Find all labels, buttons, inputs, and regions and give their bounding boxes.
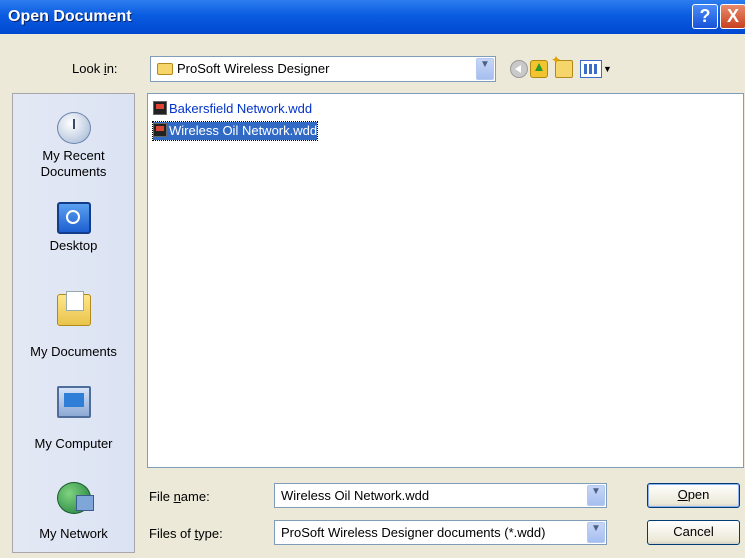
my-documents-icon	[56, 291, 91, 326]
wdd-file-icon	[153, 123, 167, 137]
list-item-selected[interactable]: Wireless Oil Network.wdd	[151, 121, 319, 141]
place-recent-documents[interactable]: My Recent Documents	[13, 112, 134, 180]
file-name-value: Wireless Oil Network.wdd	[281, 488, 430, 503]
back-icon[interactable]	[510, 60, 528, 78]
chevron-down-icon[interactable]: ▼	[476, 58, 494, 80]
window-title: Open Document	[8, 8, 132, 25]
files-of-type-label: Files of type:	[149, 526, 223, 541]
chevron-down-icon[interactable]: ▼	[587, 522, 605, 543]
place-label: My Computer	[34, 436, 113, 451]
look-in-label: Look in:	[72, 61, 118, 76]
cancel-button[interactable]: Cancel	[647, 520, 740, 545]
file-name: Bakersfield Network.wdd	[169, 101, 313, 116]
open-button[interactable]: Open	[647, 483, 740, 508]
list-item[interactable]: Bakersfield Network.wdd	[153, 100, 312, 118]
file-list[interactable]: Bakersfield Network.wdd Wireless Oil Net…	[147, 93, 744, 468]
place-my-documents[interactable]: My Documents	[13, 291, 134, 360]
chevron-down-icon[interactable]: ▼	[587, 485, 605, 506]
folder-icon	[157, 63, 173, 75]
place-label: My Documents	[30, 344, 117, 359]
my-network-icon	[56, 482, 94, 514]
file-name: Wireless Oil Network.wdd	[169, 123, 318, 138]
views-dropdown-arrow-icon[interactable]: ▼	[603, 64, 612, 74]
close-button[interactable]: X	[720, 4, 745, 29]
file-name-label: File name:	[149, 489, 210, 504]
desktop-icon	[56, 202, 91, 234]
new-folder-icon[interactable]	[551, 53, 573, 78]
place-label: Desktop	[49, 238, 98, 253]
places-bar: My Recent Documents Desktop My Documents…	[12, 93, 135, 553]
recent-documents-icon	[56, 112, 91, 144]
help-button[interactable]: ?	[692, 4, 718, 29]
up-folder-icon[interactable]	[530, 60, 548, 78]
look-in-dropdown[interactable]: ProSoft Wireless Designer ▼	[150, 56, 496, 82]
place-label: My Network	[39, 526, 108, 541]
look-in-value: ProSoft Wireless Designer	[177, 61, 330, 76]
place-label: My Recent Documents	[40, 148, 107, 179]
my-computer-icon	[56, 386, 91, 418]
file-type-value: ProSoft Wireless Designer documents (*.w…	[281, 525, 546, 540]
wdd-file-icon	[153, 101, 167, 115]
views-menu-icon[interactable]	[580, 60, 602, 78]
title-bar: Open Document ? X	[0, 0, 745, 34]
place-my-computer[interactable]: My Computer	[13, 386, 134, 452]
place-my-network[interactable]: My Network	[13, 482, 134, 542]
place-desktop[interactable]: Desktop	[13, 202, 134, 254]
file-name-input[interactable]: Wireless Oil Network.wdd ▼	[274, 483, 607, 508]
file-type-dropdown[interactable]: ProSoft Wireless Designer documents (*.w…	[274, 520, 607, 545]
